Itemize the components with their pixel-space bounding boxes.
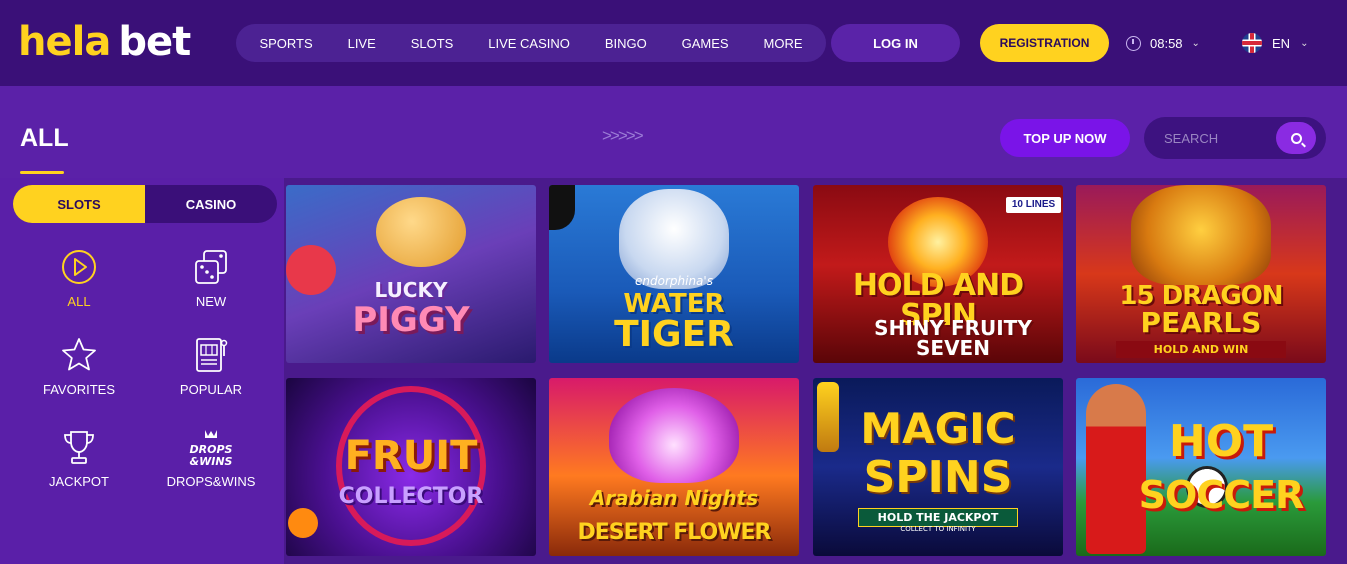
game-tile-magic-spins[interactable]: MAGIC SPINS HOLD THE JACKPOT COLLECT TO … (813, 378, 1063, 556)
category-jackpot[interactable]: JACKPOT (19, 428, 139, 489)
game-tile-fruit-collector[interactable]: FRUIT COLLECTOR (286, 378, 536, 556)
svg-text:&WINS: &WINS (190, 455, 233, 468)
language-selector[interactable]: EN ⌄ (1242, 33, 1308, 53)
login-button[interactable]: LOG IN (831, 24, 960, 62)
nav-live[interactable]: LIVE (348, 36, 376, 51)
category-drops-wins[interactable]: DROPS &WINS DROPS&WINS (151, 428, 271, 489)
search-input[interactable] (1164, 129, 1274, 147)
nav-more[interactable]: MORE (764, 36, 803, 51)
lines-badge: 10 LINES (1006, 197, 1061, 213)
main-nav: SPORTS LIVE SLOTS LIVE CASINO BINGO GAME… (236, 24, 826, 62)
trophy-icon (60, 428, 98, 466)
slot-machine-icon (192, 336, 230, 374)
orange-image (288, 508, 318, 538)
registration-button[interactable]: REGISTRATION (980, 24, 1109, 62)
nav-slots[interactable]: SLOTS (411, 36, 454, 51)
title-underline (20, 171, 64, 174)
top-header: hela bet SPORTS LIVE SLOTS LIVE CASINO BI… (0, 0, 1347, 86)
decorative-arrows: >>>>> (602, 126, 644, 145)
game-tile-water-tiger[interactable]: endorphina's WATER TIGER (549, 185, 799, 363)
lotus-flower-image (609, 388, 739, 483)
clock-icon (1126, 35, 1141, 51)
helabet-logo[interactable]: hela bet (18, 18, 191, 66)
game-tile-arabian-nights[interactable]: Arabian Nights DESERT FLOWER (549, 378, 799, 556)
star-icon (60, 336, 98, 374)
dragon-image (1131, 185, 1271, 285)
piggy-image (376, 197, 466, 267)
toggle-slots[interactable]: SLOTS (13, 185, 145, 223)
game-tile-15-dragon-pearls[interactable]: 15 DRAGON PEARLS HOLD AND WIN (1076, 185, 1326, 363)
category-favorites[interactable]: FAVORITES (19, 336, 139, 397)
game-tile-hold-and-spin[interactable]: 10 LINES HOLD AND SPIN SHINY FRUITY SEVE… (813, 185, 1063, 363)
nav-live-casino[interactable]: LIVE CASINO (488, 36, 570, 51)
slots-casino-toggle: SLOTS CASINO (13, 185, 277, 223)
category-all[interactable]: ALL (19, 248, 139, 309)
chevron-down-icon: ⌄ (1191, 37, 1200, 49)
clock-selector[interactable]: 08:58 ⌄ (1126, 33, 1200, 53)
nav-games[interactable]: GAMES (682, 36, 729, 51)
category-new[interactable]: NEW (151, 248, 271, 309)
clock-time: 08:58 (1150, 35, 1183, 51)
game-tile-hot-soccer[interactable]: HOT SOCCER (1076, 378, 1326, 556)
top-up-button[interactable]: TOP UP NOW (1000, 119, 1130, 157)
search-button[interactable] (1276, 122, 1316, 154)
toggle-casino[interactable]: CASINO (145, 185, 277, 223)
uk-flag-icon (1242, 33, 1262, 53)
category-popular[interactable]: POPULAR (151, 336, 271, 397)
search-box (1144, 117, 1326, 159)
drops-wins-icon: DROPS &WINS (181, 428, 241, 468)
nav-bingo[interactable]: BINGO (605, 36, 647, 51)
language-code: EN (1272, 35, 1291, 51)
chevron-down-icon: ⌄ (1300, 37, 1309, 49)
game-tile-lucky-piggy[interactable]: LUCKY PIGGY (286, 185, 536, 363)
search-icon (1290, 132, 1302, 144)
nav-sports[interactable]: SPORTS (259, 36, 312, 51)
page-title: ALL (20, 124, 69, 152)
provider-badge (549, 185, 575, 230)
play-icon (60, 248, 98, 286)
soccer-player-image (1086, 384, 1146, 554)
dice-icon (192, 248, 230, 286)
